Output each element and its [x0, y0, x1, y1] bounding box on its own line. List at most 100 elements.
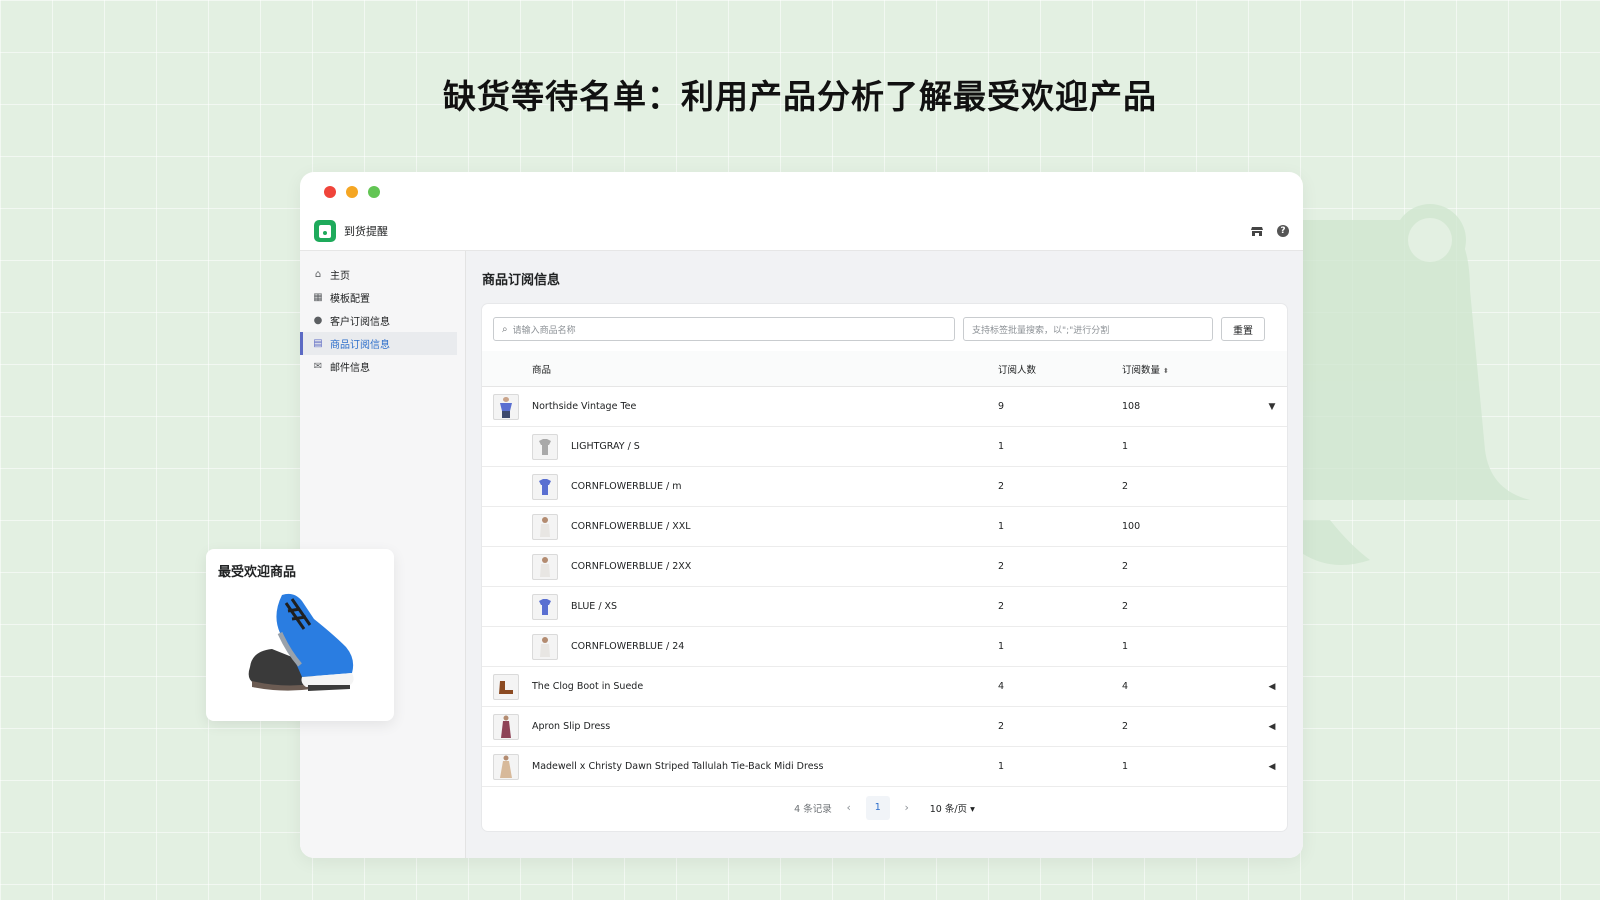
- column-header-quantity[interactable]: 订阅数量 ⬍: [1122, 362, 1262, 376]
- product-thumbnail: [493, 393, 519, 420]
- page-size-select[interactable]: 10 条/页 ▾: [930, 801, 975, 815]
- page-title: 商品订阅信息: [482, 273, 561, 288]
- page-size-value: 10 条/页: [929, 803, 968, 815]
- column-header-subscribers: 订阅人数: [998, 364, 1037, 376]
- variant-thumbnail: [532, 473, 558, 500]
- home-icon: ⌂: [314, 269, 322, 280]
- variant-name: CORNFLOWERBLUE / XXL: [571, 521, 691, 532]
- sidebar-item-label: 模板配置: [330, 294, 370, 305]
- variant-name: CORNFLOWERBLUE / 24: [571, 641, 685, 652]
- sidebar-item-label: 商品订阅信息: [330, 340, 390, 351]
- column-header-product: 商品: [532, 364, 552, 376]
- app-header: 到货提醒 ?: [300, 212, 1303, 251]
- reset-button[interactable]: 重置: [1221, 317, 1265, 341]
- template-icon: ▦: [313, 292, 323, 303]
- product-thumbnail: [493, 673, 519, 700]
- sidebar-item-products[interactable]: ▤ 商品订阅信息: [300, 332, 457, 355]
- app-window: 到货提醒 ? ⌂ 主页 ▦ 模板配置 ● 客户订阅信息 ▤ 商品订阅信息 ✉ 邮…: [300, 172, 1303, 858]
- main-content: 商品订阅信息 ⌕ 请输入商品名称 支持标签批量搜索，以";"进行分割 重置 商品…: [466, 251, 1303, 858]
- expand-icon[interactable]: ◀: [1262, 762, 1282, 772]
- product-name: Apron Slip Dress: [532, 721, 611, 732]
- subscription-quantity: 1: [1122, 761, 1129, 772]
- maximize-window-button[interactable]: [368, 186, 380, 198]
- variant-thumbnail: [532, 553, 558, 580]
- table-row[interactable]: Apron Slip Dress 2 2 ◀: [482, 707, 1287, 747]
- product-icon: ▤: [313, 338, 323, 349]
- table-row: LIGHTGRAY / S 1 1: [482, 427, 1287, 467]
- subscriber-count: 1: [998, 641, 1005, 652]
- subscription-quantity: 2: [1122, 601, 1129, 612]
- subscription-quantity: 2: [1122, 481, 1129, 492]
- sneaker-image: [248, 593, 354, 691]
- product-name: Northside Vintage Tee: [532, 401, 637, 412]
- store-icon[interactable]: [1251, 225, 1263, 237]
- sidebar-item-label: 邮件信息: [330, 363, 370, 374]
- subscription-quantity: 1: [1122, 641, 1129, 652]
- subscriber-count: 2: [998, 481, 1005, 492]
- window-controls: [324, 186, 380, 198]
- column-header-quantity-label: 订阅数量: [1122, 364, 1161, 376]
- sidebar-item-templates[interactable]: ▦ 模板配置: [300, 286, 457, 309]
- minimize-window-button[interactable]: [346, 186, 358, 198]
- table-row: CORNFLOWERBLUE / 24 1 1: [482, 627, 1287, 667]
- product-thumbnail: [493, 753, 519, 780]
- subscription-quantity: 108: [1122, 401, 1141, 412]
- popular-card-title: 最受欢迎商品: [218, 565, 297, 580]
- filter-toolbar: ⌕ 请输入商品名称 支持标签批量搜索，以";"进行分割 重置: [482, 304, 1287, 351]
- tag-search-placeholder: 支持标签批量搜索，以";"进行分割: [972, 325, 1110, 336]
- tag-search-input[interactable]: 支持标签批量搜索，以";"进行分割: [963, 317, 1213, 341]
- search-icon: ⌕: [502, 323, 508, 335]
- subscription-table-card: ⌕ 请输入商品名称 支持标签批量搜索，以";"进行分割 重置 商品 订阅人数 订…: [482, 304, 1287, 831]
- subscription-quantity: 1: [1122, 441, 1129, 452]
- sort-icon[interactable]: ⬍: [1163, 367, 1169, 375]
- app-logo-icon: [314, 220, 336, 242]
- chevron-down-icon: ▾: [970, 803, 975, 815]
- variant-name: CORNFLOWERBLUE / m: [571, 481, 682, 492]
- sidebar-item-customers[interactable]: ● 客户订阅信息: [300, 309, 457, 332]
- product-search-input[interactable]: ⌕ 请输入商品名称: [493, 317, 955, 341]
- product-name: Madewell x Christy Dawn Striped Tallulah…: [532, 761, 824, 772]
- table-row: BLUE / XS 2 2: [482, 587, 1287, 627]
- subscriber-count: 1: [998, 761, 1005, 772]
- subscriber-count: 2: [998, 721, 1005, 732]
- page-number-button[interactable]: 1: [865, 795, 890, 820]
- table-row[interactable]: Madewell x Christy Dawn Striped Tallulah…: [482, 747, 1287, 787]
- table-row[interactable]: The Clog Boot in Suede 4 4 ◀: [482, 667, 1287, 707]
- app-name: 到货提醒: [344, 225, 388, 238]
- subscription-quantity: 100: [1122, 521, 1141, 532]
- subscriber-count: 9: [998, 401, 1005, 412]
- sidebar-item-home[interactable]: ⌂ 主页: [300, 263, 457, 286]
- variant-thumbnail: [532, 593, 558, 620]
- subscription-quantity: 4: [1122, 681, 1129, 692]
- sidebar-item-mail[interactable]: ✉ 邮件信息: [300, 355, 457, 378]
- collapse-icon[interactable]: ▼: [1262, 402, 1282, 412]
- subscriber-count: 2: [998, 561, 1005, 572]
- variant-thumbnail: [532, 433, 558, 460]
- variant-name: BLUE / XS: [571, 601, 618, 612]
- customer-icon: ●: [313, 315, 323, 326]
- headline: 缺货等待名单：利用产品分析了解最受欢迎产品: [443, 77, 1157, 116]
- expand-icon[interactable]: ◀: [1262, 722, 1282, 732]
- sidebar-item-label: 主页: [330, 271, 350, 282]
- expand-icon[interactable]: ◀: [1262, 682, 1282, 692]
- pagination: 4 条记录 ‹ 1 › 10 条/页 ▾: [482, 784, 1287, 831]
- table-row: CORNFLOWERBLUE / XXL 1 100: [482, 507, 1287, 547]
- table-row[interactable]: Northside Vintage Tee 9 108 ▼: [482, 387, 1287, 427]
- close-window-button[interactable]: [324, 186, 336, 198]
- subscriber-count: 4: [998, 681, 1005, 692]
- help-icon[interactable]: ?: [1277, 225, 1289, 237]
- mail-icon: ✉: [313, 361, 323, 372]
- product-name: The Clog Boot in Suede: [532, 681, 644, 692]
- subscriber-count: 2: [998, 601, 1005, 612]
- subscription-quantity: 2: [1122, 561, 1129, 572]
- variant-thumbnail: [532, 513, 558, 540]
- table-body: Northside Vintage Tee 9 108 ▼ LIGHTGRAY …: [482, 387, 1287, 787]
- prev-page-icon[interactable]: ‹: [842, 801, 856, 814]
- table-row: CORNFLOWERBLUE / m 2 2: [482, 467, 1287, 507]
- variant-thumbnail: [532, 633, 558, 660]
- table-row: CORNFLOWERBLUE / 2XX 2 2: [482, 547, 1287, 587]
- product-thumbnail: [493, 713, 519, 740]
- next-page-icon[interactable]: ›: [900, 801, 914, 814]
- subscriber-count: 1: [998, 521, 1005, 532]
- subscription-quantity: 2: [1122, 721, 1129, 732]
